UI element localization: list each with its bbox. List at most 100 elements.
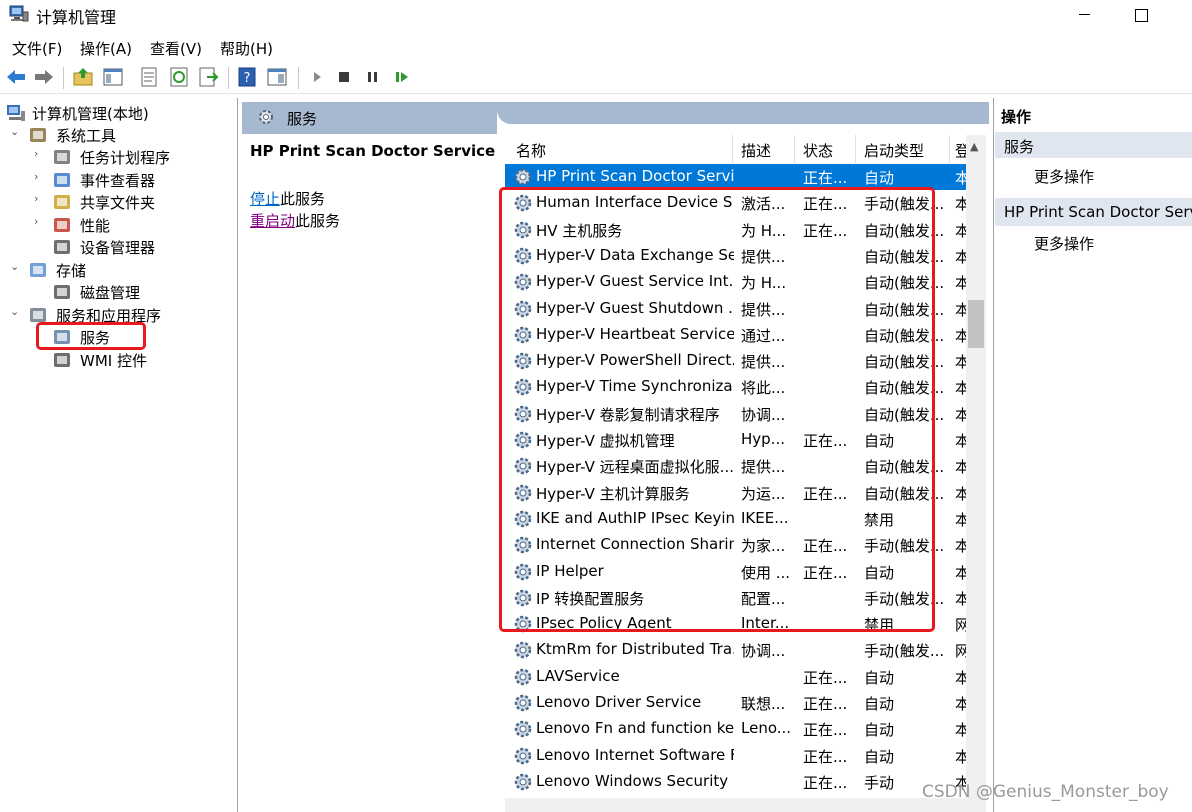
pause-icon[interactable] (362, 66, 384, 88)
column-header-startup-type[interactable]: 启动类型 (857, 135, 950, 163)
chevron-down-icon[interactable]: ⌄ (10, 125, 22, 138)
chevron-right-icon[interactable]: › (34, 192, 46, 205)
toolbar-separator (298, 67, 299, 89)
chevron-right-icon[interactable]: › (34, 147, 46, 160)
service-status: 正在... (803, 747, 848, 766)
service-status: 正在... (803, 721, 848, 740)
chevron-down-icon[interactable]: ⌄ (10, 260, 22, 273)
vertical-scrollbar[interactable] (966, 135, 986, 812)
show-tree-icon[interactable] (102, 66, 124, 88)
title-bar: 计算机管理 (0, 0, 1192, 30)
action-pane-icon[interactable] (266, 66, 288, 88)
minimize-button[interactable] (1074, 0, 1096, 30)
column-header-description[interactable]: 描述 (734, 135, 795, 163)
tree-node-icon (54, 353, 70, 367)
restart-service-link[interactable]: 重启动 (250, 212, 295, 230)
service-startup-type: 自动 (864, 721, 895, 740)
properties-icon[interactable] (138, 66, 160, 88)
refresh-icon[interactable] (168, 66, 190, 88)
tree-node-icon (54, 173, 70, 187)
column-name-label: 名称 (516, 142, 547, 160)
tree-node-icon (54, 218, 70, 232)
tree-item-label: 性能 (80, 217, 111, 235)
service-row[interactable]: Lenovo Internet Software F... 正在... 自动本 (505, 743, 975, 769)
forward-arrow-icon[interactable] (33, 66, 55, 88)
service-row[interactable]: KtmRm for Distributed Tra... 协调... 手动(触发..… (505, 637, 975, 663)
service-name: Lenovo Fn and function ke... (536, 719, 734, 738)
computer-management-icon (9, 5, 29, 22)
service-name: Lenovo Driver Service (536, 693, 702, 711)
chevron-down-icon[interactable]: ⌄ (10, 305, 22, 318)
horizontal-scrollbar[interactable] (505, 798, 966, 812)
service-row[interactable]: Lenovo Driver Service 联想... 正在... 自动本 (505, 690, 975, 716)
service-name: HP Print Scan Doctor Service (536, 167, 734, 185)
up-folder-icon[interactable] (72, 66, 94, 88)
service-gear-icon (514, 694, 532, 712)
chevron-right-icon[interactable]: › (34, 170, 46, 183)
svg-text:?: ? (244, 71, 251, 86)
tree-item-label: 设备管理器 (80, 239, 156, 257)
highlight-box (36, 322, 146, 350)
service-startup-type: 自动 (864, 668, 895, 687)
menu-help[interactable]: 帮助(H) (220, 38, 273, 59)
service-gear-icon (514, 668, 532, 685)
toolbar-separator (63, 67, 64, 89)
column-header-name[interactable]: 名称 ^ (505, 135, 733, 163)
window-title: 计算机管理 (36, 8, 117, 27)
tree-item-label: 磁盘管理 (80, 284, 141, 302)
column-description-label: 描述 (741, 142, 772, 160)
stop-service-link[interactable]: 停止 (250, 190, 280, 208)
service-row[interactable]: Lenovo Windows Security ... 正在... 手动本 (505, 769, 975, 795)
more-actions-link[interactable]: 更多操作 (1034, 233, 1094, 254)
service-status: 正在... (803, 773, 848, 792)
service-status: 正在... (803, 695, 848, 713)
computer-management-icon (7, 105, 25, 121)
service-startup-type: 自动 (864, 169, 895, 187)
service-startup-type: 手动(触发... (864, 642, 945, 661)
sort-ascending-icon: ^ (617, 135, 626, 142)
tree-node-icon (54, 150, 70, 164)
restart-icon[interactable] (391, 66, 413, 88)
start-icon[interactable] (306, 66, 328, 88)
service-startup-type: 自动 (864, 695, 895, 713)
service-description: 协调... (741, 642, 786, 661)
toolbar-separator (228, 67, 229, 89)
maximize-button[interactable] (1130, 4, 1152, 26)
service-gear-icon (514, 747, 532, 764)
service-row[interactable]: LAVService 正在... 自动本 (505, 664, 975, 690)
service-name: Lenovo Windows Security ... (536, 771, 734, 790)
restart-service-suffix: 此服务 (295, 212, 341, 230)
tree-node-icon (54, 240, 70, 254)
back-arrow-icon[interactable] (5, 66, 27, 88)
menu-file[interactable]: 文件(F) (12, 38, 62, 59)
column-header-status[interactable]: 状态 (796, 135, 856, 163)
tree-item-label: 系统工具 (56, 127, 117, 145)
scroll-up-icon[interactable]: ▲ (970, 140, 978, 153)
more-actions-link[interactable]: 更多操作 (1034, 166, 1094, 187)
menu-action[interactable]: 操作(A) (80, 38, 132, 59)
help-icon[interactable]: ? (236, 66, 258, 88)
service-gear-icon (514, 721, 532, 738)
service-gear-icon (514, 642, 532, 659)
menu-view[interactable]: 查看(V) (150, 38, 202, 59)
stop-icon[interactable] (333, 66, 355, 88)
menu-bar: 文件(F) 操作(A) 查看(V) 帮助(H) (0, 34, 1192, 60)
service-status: 正在... (803, 668, 848, 687)
tree-item-label: 共享文件夹 (80, 194, 156, 212)
chevron-right-icon[interactable]: › (34, 215, 46, 228)
tree-node-icon (54, 285, 70, 299)
export-icon[interactable] (197, 66, 219, 88)
tree-node-icon (54, 195, 70, 209)
service-row[interactable]: Lenovo Fn and function ke... Leno... 正在...… (505, 716, 975, 742)
toolbar: ? (0, 62, 1192, 94)
service-gear-icon (514, 773, 532, 791)
restart-service-action: 重启动此服务 (250, 210, 340, 231)
scrollbar-thumb[interactable] (968, 300, 984, 348)
stop-service-action: 停止此服务 (250, 188, 325, 209)
tree-item-label: 事件查看器 (80, 172, 156, 190)
watermark: CSDN @Genius_Monster_boy (922, 782, 1169, 802)
actions-section-services-label: 服务 (1004, 138, 1035, 156)
highlight-box (499, 187, 935, 632)
tree-root-label: 计算机管理(本地) (32, 105, 149, 123)
service-name: Lenovo Internet Software F... (536, 745, 734, 764)
